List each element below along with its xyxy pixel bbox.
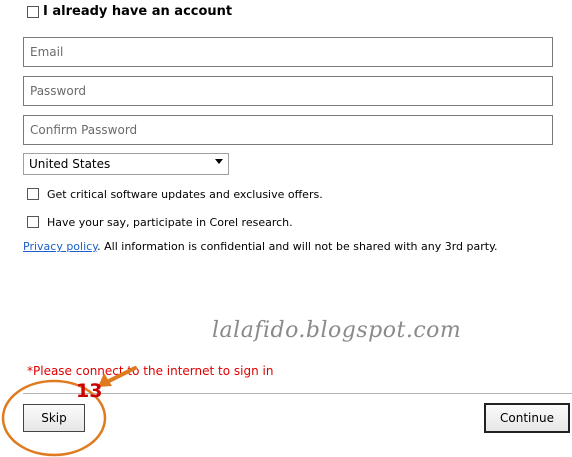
continue-button-label: Continue xyxy=(500,411,554,425)
watermark-text: lalafido.blogspot.com xyxy=(212,318,462,343)
continue-button[interactable]: Continue xyxy=(484,403,570,433)
updates-checkbox[interactable] xyxy=(27,188,39,200)
updates-label: Get critical software updates and exclus… xyxy=(47,188,323,201)
privacy-line: Privacy policy. All information is confi… xyxy=(23,240,498,253)
confirm-password-field[interactable] xyxy=(24,116,552,144)
country-select[interactable]: United States xyxy=(23,153,229,175)
privacy-policy-link[interactable]: Privacy policy xyxy=(23,240,97,253)
chevron-down-icon xyxy=(215,159,223,164)
annotation-overlay xyxy=(1,366,137,457)
email-field[interactable] xyxy=(24,38,552,66)
already-account-checkbox[interactable] xyxy=(27,6,39,18)
password-field[interactable] xyxy=(24,77,552,105)
already-account-label: I already have an account xyxy=(43,4,233,19)
privacy-text: . All information is confidential and wi… xyxy=(97,240,498,253)
password-field-box xyxy=(23,76,553,106)
email-field-box xyxy=(23,37,553,67)
research-label: Have your say, participate in Corel rese… xyxy=(47,216,293,229)
confirm-password-field-box xyxy=(23,115,553,145)
research-checkbox[interactable] xyxy=(27,216,39,228)
step-number: 13 xyxy=(76,380,103,402)
country-select-value: United States xyxy=(29,157,111,171)
